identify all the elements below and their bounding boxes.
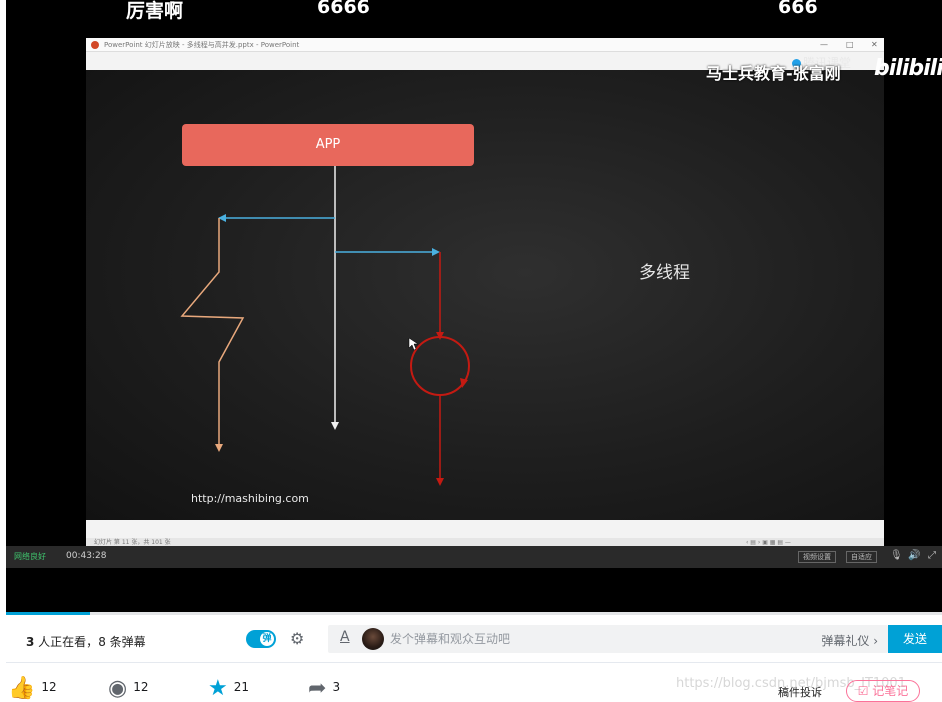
like-button[interactable]: 👍 12: [8, 676, 57, 701]
send-button[interactable]: 发送: [888, 625, 942, 653]
danmaku-toggle-knob: 弹: [260, 632, 274, 646]
font-style-icon[interactable]: A: [340, 629, 350, 645]
star-icon: ★: [208, 676, 228, 701]
slide-canvas: APP 多线程 http://mashibing.com: [86, 70, 884, 520]
powerpoint-icon: [91, 41, 99, 49]
danmaku-toggle[interactable]: 弹: [246, 630, 276, 648]
coin-count: 12: [133, 680, 149, 694]
slide-url: http://mashibing.com: [191, 492, 309, 505]
take-note-button[interactable]: ☑ 记笔记: [846, 680, 920, 702]
minimize-icon: —: [820, 40, 828, 49]
video-player[interactable]: 厉害啊 6666 666 PowerPoint 幻灯片放映 - 多线程与高并发.…: [6, 0, 942, 614]
ppt-slide-counter: 幻灯片 第 11 张，共 101 张: [94, 539, 171, 546]
danmaku-etiquette-link[interactable]: 弹幕礼仪 ›: [821, 632, 878, 649]
favorite-button[interactable]: ★ 21: [208, 676, 249, 701]
danmaku-send-bar: 3 人正在看，8 条弹幕 弹 ⚙ A 弹幕礼仪 › 发送: [6, 615, 942, 663]
favorite-count: 21: [233, 680, 250, 694]
danmaku-item: 厉害啊: [126, 0, 184, 22]
video-settings-button: 视频设置: [798, 551, 836, 563]
blue-arrow-right: [432, 248, 440, 256]
ppt-title: PowerPoint 幻灯片放映 - 多线程与高并发.pptx - PowerP…: [104, 41, 300, 49]
fullscreen-icon: ⤢: [928, 550, 936, 561]
danmaku-input-wrap: A 弹幕礼仪 ›: [328, 625, 888, 653]
player-control-bar: 网络良好 00:43:28 视频设置 自适应 🎙 🔊 ⤢: [6, 546, 942, 568]
coin-button[interactable]: ◉ 12: [108, 676, 148, 701]
danmaku-settings-icon[interactable]: ⚙: [290, 629, 304, 648]
danmaku-item: 666: [778, 0, 818, 18]
playback-time: 00:43:28: [66, 551, 107, 561]
bilibili-logo: bilibili: [874, 56, 942, 81]
orange-arrow: [215, 444, 223, 452]
danmaku-input[interactable]: [390, 625, 790, 653]
share-button[interactable]: ➦ 3: [308, 676, 340, 701]
red-arrow-bottom: [436, 478, 444, 486]
thumbs-up-icon: 👍: [8, 676, 36, 701]
avatar[interactable]: [362, 628, 384, 650]
video-watermark: 马士兵教育-张富刚: [706, 64, 841, 83]
viewer-stats: 3 人正在看，8 条弹幕: [26, 635, 146, 649]
main-thread-arrow: [331, 422, 339, 430]
multithread-label: 多线程: [639, 263, 690, 283]
page-root: 厉害啊 6666 666 PowerPoint 幻灯片放映 - 多线程与高并发.…: [0, 0, 942, 702]
adaptive-button: 自适应: [846, 551, 877, 563]
orange-zigzag: [180, 218, 245, 448]
mic-icon: 🎙: [890, 550, 903, 561]
ppt-titlebar: PowerPoint 幻灯片放映 - 多线程与高并发.pptx - PowerP…: [86, 38, 884, 52]
ppt-window: PowerPoint 幻灯片放映 - 多线程与高并发.pptx - PowerP…: [86, 38, 884, 548]
coin-icon: ◉: [108, 676, 128, 701]
network-status: 网络良好: [14, 552, 46, 561]
volume-icon: 🔊: [908, 550, 921, 561]
like-count: 12: [41, 680, 57, 694]
share-count: 3: [332, 680, 341, 694]
danmaku-item: 6666: [317, 0, 370, 18]
close-icon: ✕: [871, 40, 878, 49]
maximize-icon: □: [846, 40, 854, 49]
red-loop: [410, 336, 470, 396]
share-arrow-icon: ➦: [308, 676, 327, 701]
app-box: APP: [182, 124, 474, 166]
report-link[interactable]: 稿件投诉: [778, 684, 822, 700]
video-action-toolbar: 👍 12 ◉ 12 ★ 21 ➦ 3 https://blog.csdn.net/bjm…: [0, 664, 942, 702]
